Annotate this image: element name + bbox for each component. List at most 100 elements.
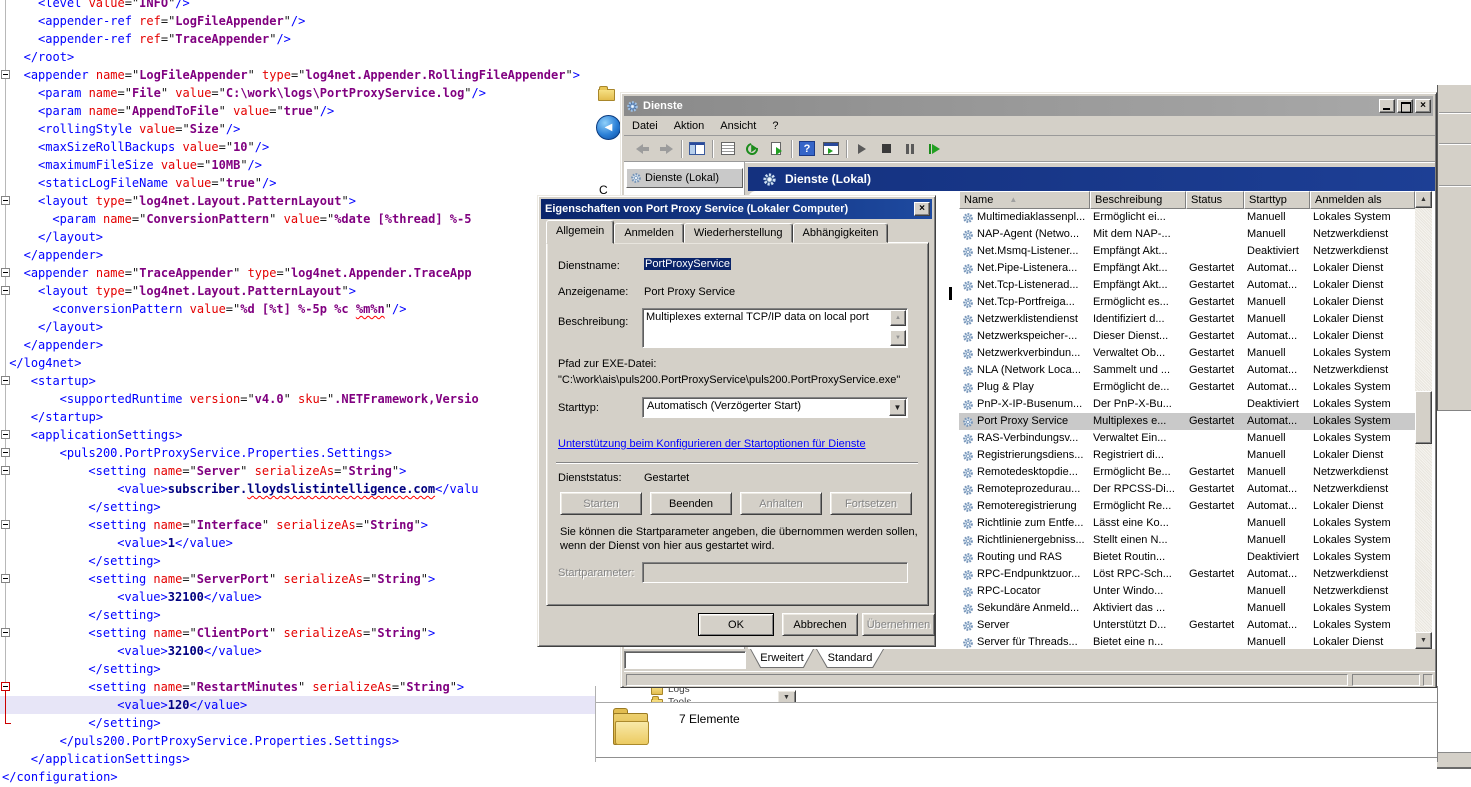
tab-wiederherstellung[interactable]: Wiederherstellung [684, 223, 793, 243]
service-row[interactable]: Netzwerkverbindun...Verwaltet Ob...Gesta… [959, 345, 1415, 362]
service-row[interactable]: Netzwerkspeicher-...Dieser Dienst...Gest… [959, 328, 1415, 345]
startoptionen-help-link[interactable]: Unterstützung beim Konfigurieren der Sta… [558, 438, 866, 450]
fold-collapse-box[interactable] [1, 196, 10, 205]
column-header-starttyp[interactable]: Starttyp [1244, 191, 1310, 209]
back-button[interactable]: ◀ [596, 115, 621, 140]
service-cell-name: Registrierungsdiens... [959, 447, 1090, 464]
scrollbar-thumb[interactable] [1415, 391, 1432, 444]
help-button[interactable]: ? [795, 138, 819, 160]
menu-item-Datei[interactable]: Datei [624, 120, 666, 132]
view-tab-standard[interactable]: Standard [816, 649, 884, 668]
fold-gutter[interactable] [0, 0, 14, 787]
tree-item-dienste-lokal[interactable]: Dienste (Lokal) [626, 168, 743, 188]
abbrechen-button[interactable]: Abbrechen [782, 613, 858, 636]
dialog-titlebar[interactable]: Eigenschaften von Port Proxy Service (Lo… [541, 199, 932, 219]
service-row[interactable]: Net.Tcp-Portfreiga...Ermöglicht es...Ges… [959, 294, 1415, 311]
restart-service-button[interactable] [922, 138, 946, 160]
fold-collapse-box[interactable] [1, 628, 10, 637]
fold-collapse-box[interactable] [1, 448, 10, 457]
service-cell-starttyp: Automat... [1244, 260, 1310, 277]
tab-anmelden[interactable]: Anmelden [614, 223, 684, 243]
fold-collapse-box[interactable] [1, 286, 10, 295]
service-row[interactable]: Remotedesktopdie...Ermöglicht Be...Gesta… [959, 464, 1415, 481]
tab-abhängigkeiten[interactable]: Abhängigkeiten [793, 223, 889, 243]
fold-collapse-box[interactable] [1, 70, 10, 79]
fold-collapse-box[interactable] [1, 430, 10, 439]
fold-collapse-box[interactable] [1, 268, 10, 277]
service-row[interactable]: Sekundäre Anmeld...Aktiviert das ...Manu… [959, 600, 1415, 617]
service-row[interactable]: Plug & PlayErmöglicht de...GestartetAuto… [959, 379, 1415, 396]
ok-button[interactable]: OK [698, 613, 774, 636]
startparameter-input[interactable] [642, 562, 908, 583]
service-row[interactable]: Net.Tcp-Listenerad...Empfängt Akt...Gest… [959, 277, 1415, 294]
starten-button[interactable]: Starten [560, 492, 642, 515]
show-console-tree-button[interactable] [685, 138, 709, 160]
service-row[interactable]: NetzwerklistendienstIdentifiziert d...Ge… [959, 311, 1415, 328]
fold-collapse-box[interactable] [1, 520, 10, 529]
menu-item-Ansicht[interactable]: Ansicht [712, 120, 764, 132]
service-row[interactable]: RemoteregistrierungErmöglicht Re...Gesta… [959, 498, 1415, 515]
start-service-button[interactable] [850, 138, 874, 160]
service-row[interactable]: NLA (Network Loca...Sammelt und ...Gesta… [959, 362, 1415, 379]
column-header-beschreibung[interactable]: Beschreibung [1090, 191, 1186, 209]
service-cell-anmelden-als: Lokaler Dienst [1310, 277, 1415, 294]
fold-collapse-box[interactable] [1, 376, 10, 385]
service-row[interactable]: Registrierungsdiens...Registriert di...M… [959, 447, 1415, 464]
column-header-name[interactable]: Name▲ [959, 191, 1090, 209]
menu-item-help[interactable]: ? [764, 120, 786, 132]
service-row[interactable]: ServerUnterstützt D...GestartetAutomat..… [959, 617, 1415, 634]
service-cell-anmelden-als: Netzwerkdienst [1310, 566, 1415, 583]
service-row[interactable]: Server für Threads...Bietet eine n...Man… [959, 634, 1415, 649]
tab-allgemein[interactable]: Allgemein [546, 220, 614, 244]
fortsetzen-button[interactable]: Fortsetzen [830, 492, 912, 515]
chevron-down-icon[interactable]: ▼ [889, 399, 906, 416]
service-row[interactable]: Net.Msmq-Listener...Empfängt Akt...Deakt… [959, 243, 1415, 260]
close-icon[interactable]: × [914, 202, 930, 216]
toolbar-back-button[interactable] [630, 138, 654, 160]
fold-collapse-box[interactable] [1, 466, 10, 475]
beenden-button[interactable]: Beenden [650, 492, 732, 515]
uebernehmen-button[interactable]: Übernehmen [862, 613, 935, 636]
fold-collapse-box[interactable] [1, 682, 10, 691]
minimize-button[interactable] [1379, 99, 1395, 113]
service-row[interactable]: RPC-LocatorUnter Windo...ManuellNetzwerk… [959, 583, 1415, 600]
services-window-titlebar[interactable]: Dienste × [624, 96, 1433, 116]
scroll-up-button[interactable]: ▲ [1415, 191, 1432, 208]
column-header-anmelden-als[interactable]: Anmelden als [1310, 191, 1415, 209]
pause-service-button[interactable] [898, 138, 922, 160]
menu-item-Aktion[interactable]: Aktion [666, 120, 713, 132]
code-line: <appender name="LogFileAppender" type="l… [0, 66, 1471, 84]
service-row[interactable]: Remoteprozedurau...Der RPCSS-Di...Gestar… [959, 481, 1415, 498]
scroll-up-button[interactable]: ▲ [890, 310, 906, 326]
service-row[interactable]: Richtlinie zum Entfe...Lässt eine Ko...M… [959, 515, 1415, 532]
beschreibung-field[interactable]: Multiplexes external TCP/IP data on loca… [642, 308, 908, 348]
properties-button[interactable] [716, 138, 740, 160]
service-row[interactable]: PnP-X-IP-Busenum...Der PnP-X-Bu...Deakti… [959, 396, 1415, 413]
toolbar-forward-button[interactable] [654, 138, 678, 160]
column-header-status[interactable]: Status [1186, 191, 1244, 209]
service-row[interactable]: Routing und RASBietet Routin...Deaktivie… [959, 549, 1415, 566]
scroll-down-button[interactable]: ▼ [890, 330, 906, 346]
service-gear-icon [962, 552, 974, 564]
service-row[interactable]: Port Proxy ServiceMultiplexes e...Gestar… [959, 413, 1415, 430]
service-row[interactable]: Richtlinienergebniss...Stellt einen N...… [959, 532, 1415, 549]
anhalten-button[interactable]: Anhalten [740, 492, 822, 515]
service-row[interactable]: Multimediaklassenpl...Ermöglicht ei...Ma… [959, 209, 1415, 226]
fold-collapse-box[interactable] [1, 574, 10, 583]
view-tab-erweitert[interactable]: Erweitert [750, 649, 814, 668]
starttyp-select[interactable]: Automatisch (Verzögerter Start) ▼ [642, 397, 908, 418]
status-item-count: 7 Elemente [679, 712, 740, 726]
close-button[interactable]: × [1415, 99, 1431, 113]
extended-view-button[interactable] [819, 138, 843, 160]
scrollbar[interactable]: ▲ ▼ [1415, 191, 1432, 649]
scroll-down-button[interactable]: ▼ [1415, 632, 1432, 649]
svc-header[interactable]: Name▲BeschreibungStatusStarttypAnmelden … [959, 191, 1415, 209]
refresh-button[interactable] [740, 138, 764, 160]
service-row[interactable]: RPC-Endpunktzuor...Löst RPC-Sch...Gestar… [959, 566, 1415, 583]
maximize-button[interactable] [1397, 99, 1413, 113]
service-row[interactable]: Net.Pipe-Listenera...Empfängt Akt...Gest… [959, 260, 1415, 277]
service-row[interactable]: NAP-Agent (Netwo...Mit dem NAP-...Manuel… [959, 226, 1415, 243]
service-row[interactable]: RAS-Verbindungsv...Verwaltet Ein...Manue… [959, 430, 1415, 447]
export-list-button[interactable] [764, 138, 788, 160]
stop-service-button[interactable] [874, 138, 898, 160]
